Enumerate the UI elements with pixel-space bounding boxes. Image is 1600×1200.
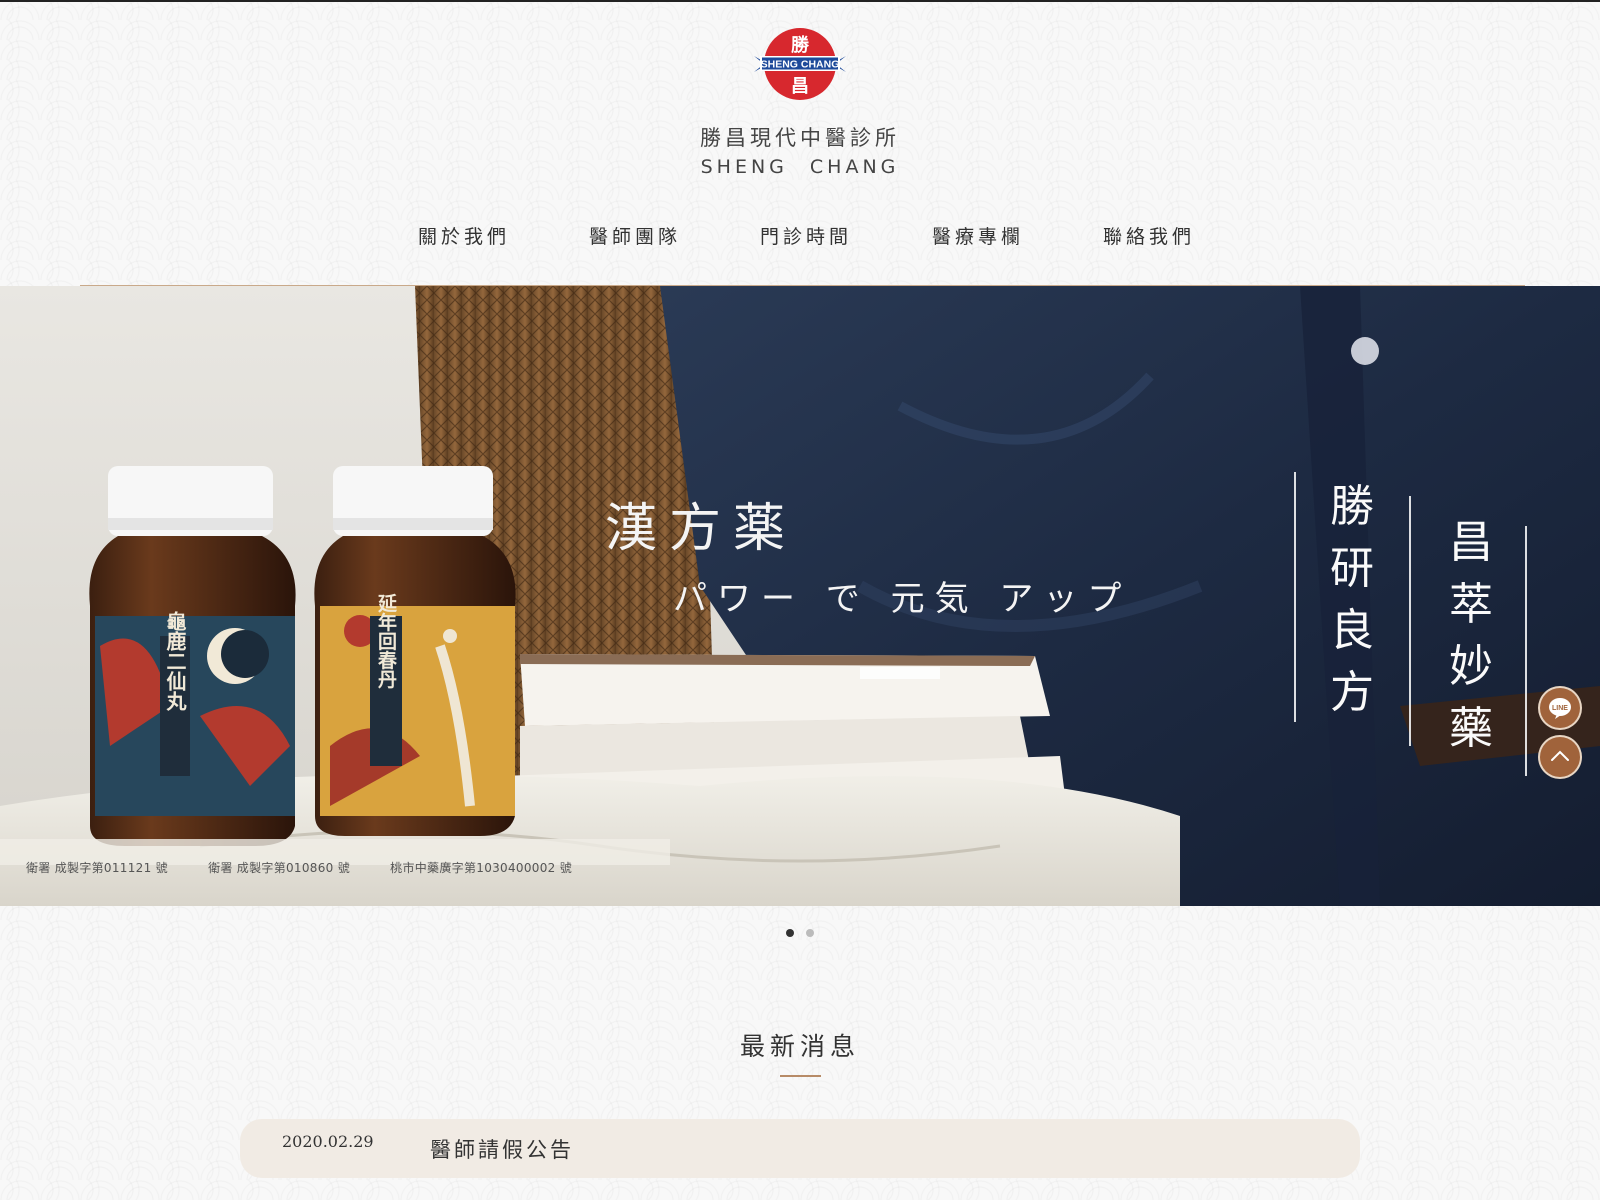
hero-vertical-rule-3 (1525, 526, 1527, 776)
news-section-title: 最新消息 (739, 1032, 860, 1061)
hero-subtitle: パワー で 元気 アップ (673, 579, 1132, 619)
license-notice: 衛署 成製字第011121 號 衛署 成製字第010860 號 桃市中藥廣字第1… (26, 859, 608, 876)
license-item-2: 衛署 成製字第010860 號 (208, 861, 351, 875)
page: SHENG CHANG 勝 昌 勝昌現代中醫診所 SHENG CHANG 關於我們… (0, 0, 1600, 1200)
line-button[interactable]: LINE (1540, 688, 1580, 728)
top-border (0, 0, 1600, 2)
logo-text-en: SHENG CHANG (761, 59, 840, 71)
brand-name-cn: 勝昌現代中醫診所 (700, 126, 900, 150)
nav-clinic-hours[interactable]: 門診時間 (760, 222, 852, 249)
back-to-top-button[interactable] (1540, 737, 1580, 777)
jar-1-label: 龜鹿二仙丸 (163, 611, 187, 712)
nav-column[interactable]: 醫療專欄 (932, 222, 1024, 249)
hero-title: 漢方薬 (605, 499, 798, 559)
hero-vertical-rule-1 (1294, 472, 1296, 722)
news-item-date: 2020.02.29 (282, 1132, 374, 1151)
hero-vertical-rule-2 (1409, 496, 1411, 746)
nav-doctors[interactable]: 醫師團隊 (589, 222, 681, 249)
slider-dot-2[interactable] (806, 929, 814, 937)
logo-char-bottom: 昌 (791, 76, 809, 97)
hero-banner[interactable]: 龜鹿二仙丸 延年回春丹 漢方薬 パワー で 元気 アップ 勝研良方 昌萃妙藥 衛… (0, 286, 1600, 906)
site-logo[interactable]: SHENG CHANG 勝 昌 (752, 26, 848, 102)
slider-dot-1[interactable] (786, 929, 794, 937)
license-item-1: 衛署 成製字第011121 號 (26, 861, 168, 875)
line-icon-label: LINE (1552, 705, 1568, 712)
license-item-3: 桃市中藥廣字第1030400002 號 (390, 861, 573, 875)
jar-2-label: 延年回春丹 (375, 593, 398, 688)
main-nav: 關於我們 醫師團隊 門診時間 醫療專欄 聯絡我們 (0, 222, 1600, 252)
logo-char-top: 勝 (791, 34, 810, 56)
hero-vertical-text-1: 勝研良方 (1330, 481, 1374, 718)
news-item-title[interactable]: 醫師請假公告 (430, 1134, 574, 1164)
hero-vertical-text-2: 昌萃妙藥 (1449, 517, 1493, 754)
brand-name-en: SHENG CHANG (0, 156, 1600, 178)
brand-name-en-part1: SHENG (700, 156, 788, 178)
nav-about[interactable]: 關於我們 (418, 222, 510, 249)
brand-name-en-part2: CHANG (809, 156, 900, 178)
nav-contact[interactable]: 聯絡我們 (1103, 222, 1195, 249)
line-icon: LINE (1549, 698, 1571, 719)
slider-dots (0, 922, 1600, 941)
chevron-up-icon (1551, 750, 1569, 761)
news-title-underline (780, 1075, 821, 1077)
news-item[interactable]: 2020.02.29 醫師請假公告 (240, 1119, 1360, 1178)
